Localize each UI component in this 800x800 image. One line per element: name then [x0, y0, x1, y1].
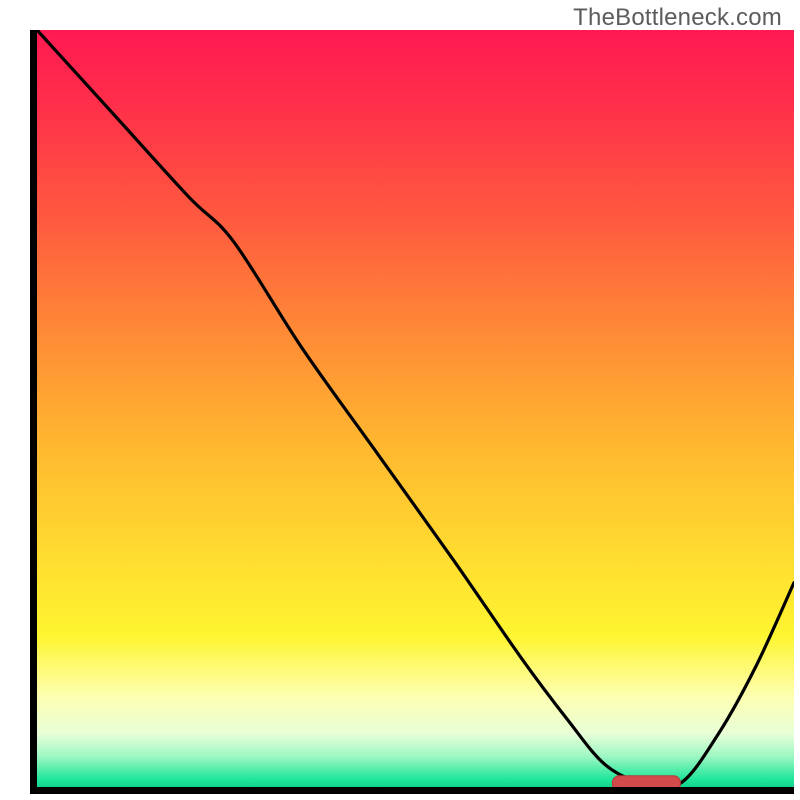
axes — [30, 30, 794, 794]
chart-frame: TheBottleneck.com — [0, 0, 800, 800]
bottleneck-curve — [37, 30, 794, 787]
plot-area — [37, 30, 794, 787]
watermark-text: TheBottleneck.com — [573, 4, 782, 32]
optimal-marker — [612, 776, 680, 787]
chart-overlay — [37, 30, 794, 787]
